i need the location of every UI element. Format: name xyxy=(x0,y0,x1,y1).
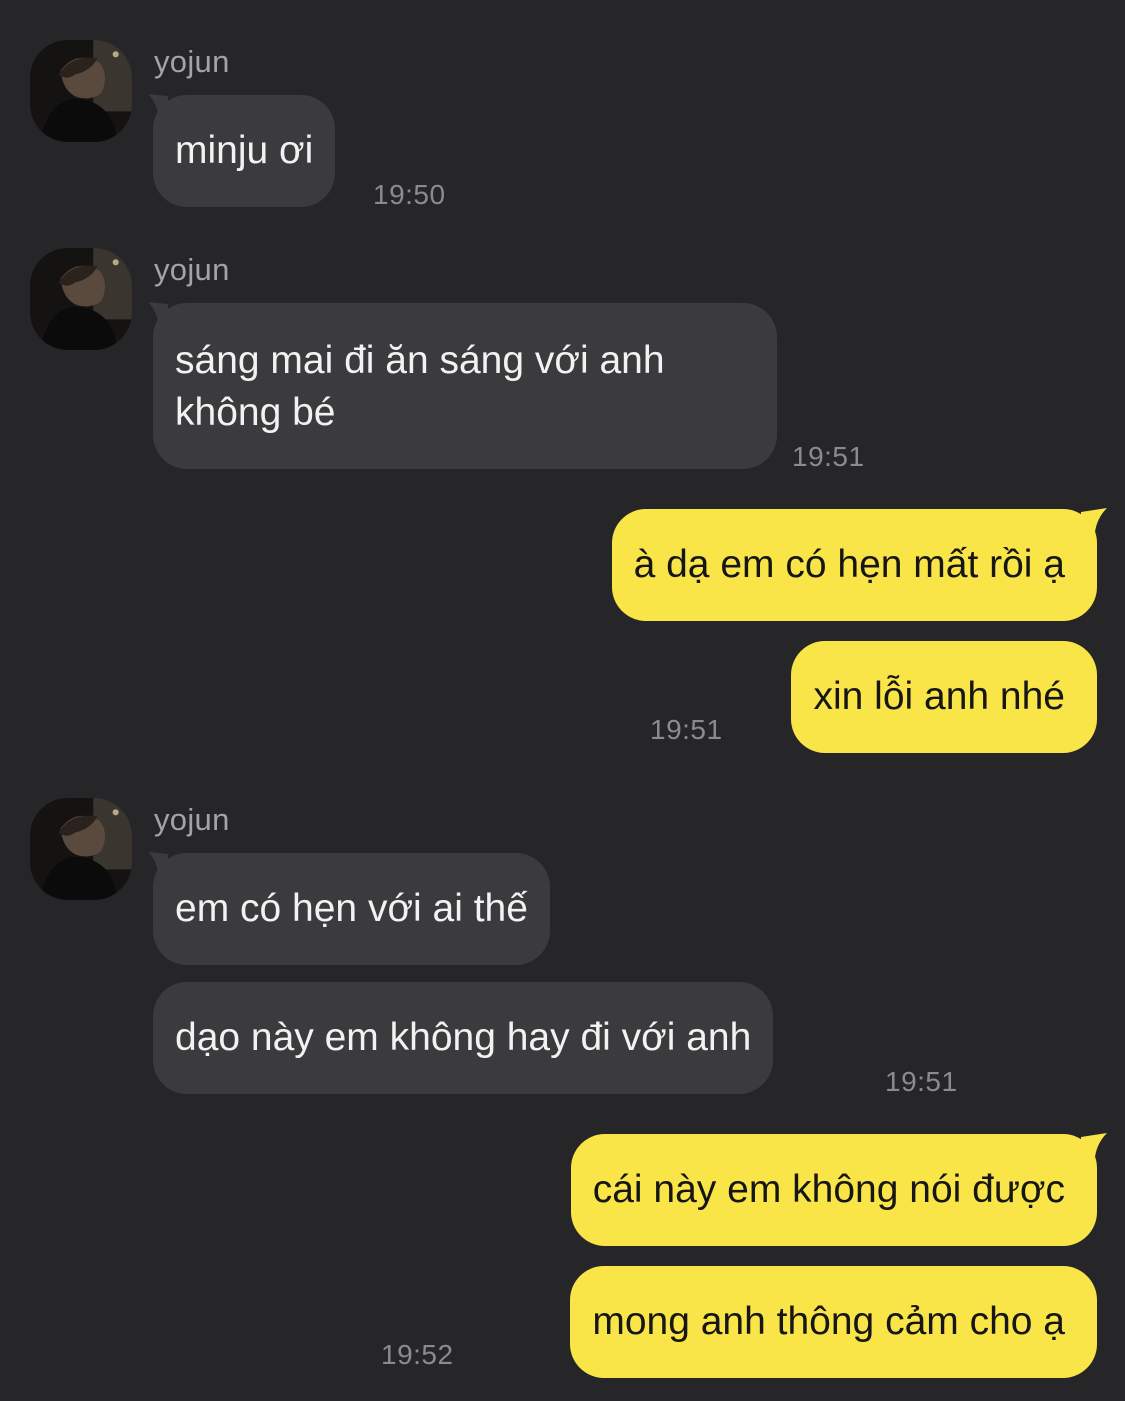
message-timestamp: 19:51 xyxy=(792,441,865,472)
profile-photo-icon xyxy=(30,798,132,900)
avatar[interactable] xyxy=(30,248,132,350)
message-timestamp: 19:50 xyxy=(373,179,446,210)
sender-name: yojun xyxy=(154,252,230,287)
message-timestamp: 19:51 xyxy=(885,1066,958,1097)
message-bubble-outgoing[interactable]: cái này em không nói được xyxy=(570,1134,1097,1246)
message-bubble-incoming[interactable]: minju ơi xyxy=(153,95,336,207)
profile-photo-icon xyxy=(30,248,132,350)
avatar[interactable] xyxy=(30,798,132,900)
profile-photo-icon xyxy=(30,40,132,142)
message-bubble-outgoing[interactable]: mong anh thông cảm cho ạ xyxy=(570,1266,1097,1378)
message-timestamp: 19:52 xyxy=(381,1339,454,1370)
message-bubble-incoming[interactable]: sáng mai đi ăn sáng với anh không bé xyxy=(153,303,777,469)
avatar[interactable] xyxy=(30,40,132,142)
message-timestamp: 19:51 xyxy=(650,714,723,745)
chat-thread[interactable]: yojun minju ơi 19:50 yojun sáng mai đi ă… xyxy=(0,0,1125,1401)
sender-name: yojun xyxy=(154,802,230,837)
message-bubble-outgoing[interactable]: xin lỗi anh nhé xyxy=(791,641,1097,753)
message-bubble-incoming[interactable]: dạo này em không hay đi với anh xyxy=(153,982,774,1094)
message-bubble-outgoing[interactable]: à dạ em có hẹn mất rồi ạ xyxy=(611,509,1097,621)
sender-name: yojun xyxy=(154,44,230,79)
message-bubble-incoming[interactable]: em có hẹn với ai thế xyxy=(153,853,550,965)
